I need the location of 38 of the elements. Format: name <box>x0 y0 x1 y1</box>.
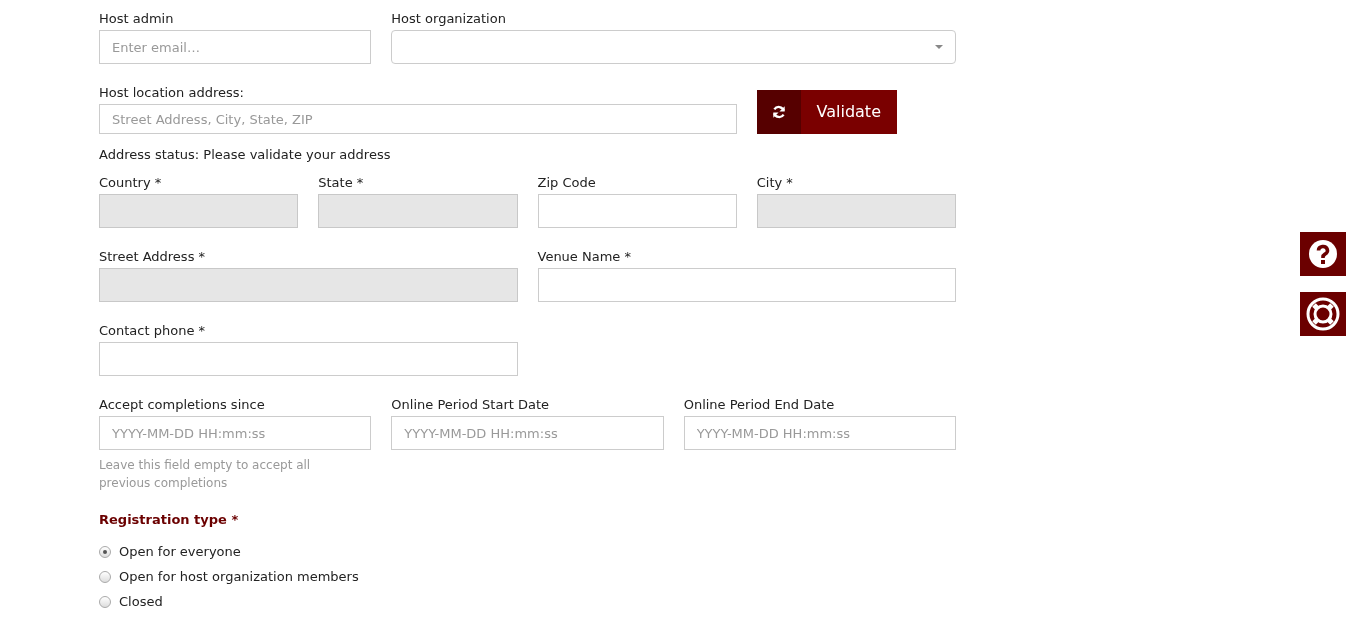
field-label: Venue Name * <box>537 248 632 266</box>
option-label: Closed <box>119 593 163 612</box>
caret-icon <box>935 45 943 49</box>
dropdown[interactable] <box>391 30 956 64</box>
input-field[interactable]: Street Address, City, State, ZIP <box>99 104 737 134</box>
field-label: Country * <box>99 174 163 192</box>
help-button[interactable] <box>1300 232 1346 276</box>
field-label: Online Period Start Date <box>391 396 551 414</box>
field-label: Host admin <box>99 10 175 28</box>
input-field[interactable]: YYYY-MM-DD HH:mm:ss <box>99 416 372 450</box>
section-heading: Registration type * <box>99 511 240 529</box>
help-text: Leave this field empty to accept all previous completions <box>99 457 312 492</box>
radio-button[interactable] <box>99 546 111 558</box>
input-field[interactable]: YYYY-MM-DD HH:mm:ss <box>391 416 664 450</box>
validate-button[interactable]: Validate <box>756 90 897 134</box>
option-label: Open for host organization members <box>119 568 359 587</box>
lifebuoy-icon <box>1306 297 1340 331</box>
field-label: State * <box>318 174 365 192</box>
input-field[interactable] <box>537 194 737 228</box>
option-label: Open for everyone <box>119 543 241 562</box>
field-label: Host location address: <box>99 84 245 102</box>
field-label: Host organization <box>391 10 507 28</box>
input-field[interactable] <box>537 268 956 302</box>
radio-button[interactable] <box>99 571 111 583</box>
field-label: City * <box>756 174 794 192</box>
field-label: Street Address * <box>99 248 207 266</box>
radio-button[interactable] <box>99 596 111 608</box>
field-label: Accept completions since <box>99 396 266 414</box>
input-field[interactable]: Enter email… <box>99 30 372 64</box>
field-label: Contact phone * <box>99 322 207 340</box>
question-mark-icon <box>1308 239 1338 269</box>
field-label: Zip Code <box>537 174 597 192</box>
input-field[interactable]: YYYY-MM-DD HH:mm:ss <box>683 416 956 450</box>
refresh-icon <box>771 105 786 119</box>
field-label: Online Period End Date <box>683 396 836 414</box>
status-text: Address status: Please validate your address <box>99 146 392 164</box>
support-button[interactable] <box>1300 292 1346 336</box>
input-field[interactable] <box>99 342 518 376</box>
